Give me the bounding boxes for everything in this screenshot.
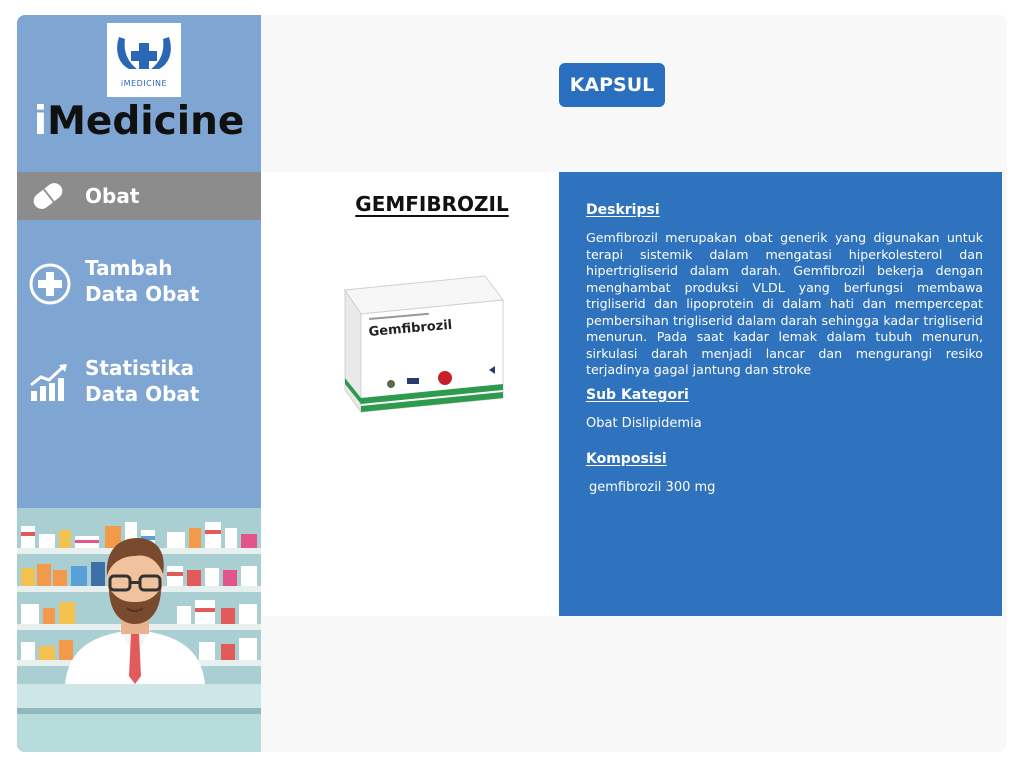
sidebar-item-label: Data Obat	[85, 282, 200, 306]
subcategory-heading: Sub Kategori	[586, 387, 689, 403]
sidebar-item-obat[interactable]: Obat	[17, 172, 261, 220]
description-heading: Deskripsi	[586, 202, 660, 218]
sidebar-item-statistika-data-obat[interactable]: Statistika Data Obat	[17, 351, 261, 411]
chart-growth-icon	[29, 361, 71, 407]
brand-name: iMedicine	[17, 99, 261, 144]
main-header: KAPSUL	[261, 15, 1007, 172]
brand-prefix: i	[33, 99, 48, 144]
product-panel: GEMFIBROZIL Gemfibrozil	[261, 172, 559, 616]
composition-value: gemfibrozil 300 mg	[589, 480, 716, 495]
subcategory-value: Obat Dislipidemia	[586, 416, 702, 431]
composition-heading: Komposisi	[586, 451, 667, 467]
plus-circle-icon	[29, 263, 71, 309]
sidebar-item-label: Obat	[85, 184, 140, 208]
sidebar-item-tambah-data-obat[interactable]: Tambah Data Obat	[17, 251, 261, 311]
detail-panel: Deskripsi Gemfibrozil merupakan obat gen…	[559, 172, 1002, 616]
sidebar-item-label: Tambah	[85, 256, 173, 280]
pill-icon	[29, 180, 67, 216]
category-badge[interactable]: KAPSUL	[559, 63, 665, 107]
sidebar-item-label: Data Obat	[85, 382, 200, 406]
sidebar: iMEDICINE iMedicine Obat Tambah Data Oba…	[17, 15, 261, 752]
brand-word: Medicine	[47, 99, 245, 144]
product-image: Gemfibrozil	[335, 270, 505, 422]
description-text: Gemfibrozil merupakan obat generik yang …	[586, 230, 983, 377]
logo-caption: iMEDICINE	[120, 79, 168, 88]
logo: iMEDICINE	[107, 23, 181, 97]
sidebar-item-label: Statistika	[85, 356, 194, 380]
app-window: iMEDICINE iMedicine Obat Tambah Data Oba…	[17, 15, 1007, 752]
pharmacist-illustration	[17, 508, 261, 752]
product-title: GEMFIBROZIL	[355, 192, 509, 216]
